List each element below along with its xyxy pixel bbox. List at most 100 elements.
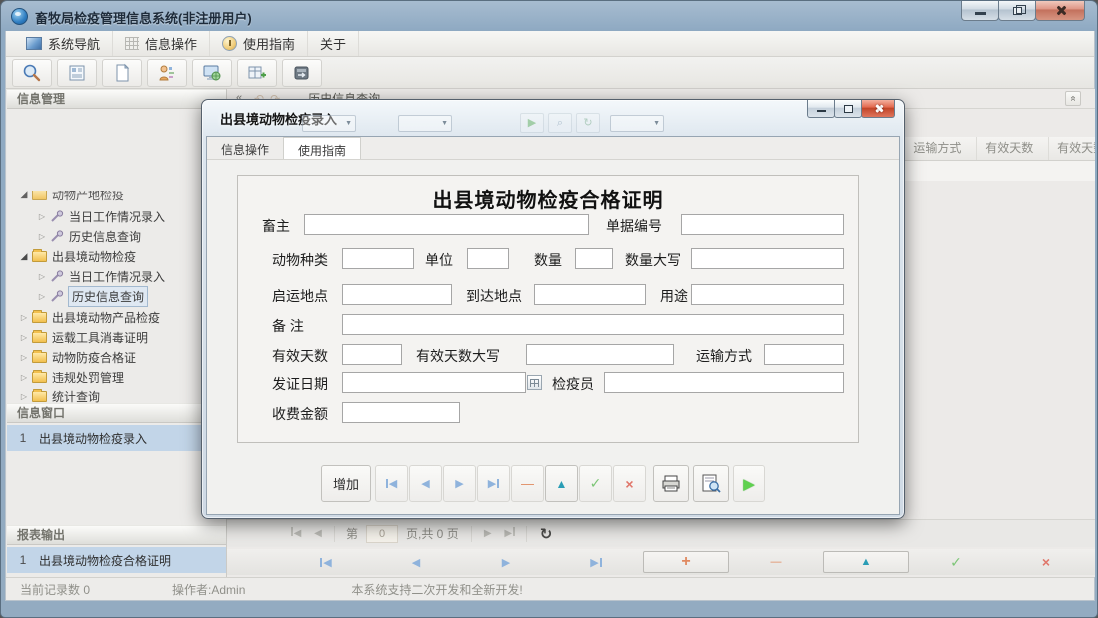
new-document-button[interactable] [102, 58, 142, 87]
tab-info-ops[interactable]: 信息操作 [207, 137, 283, 159]
origin-input[interactable] [342, 284, 452, 305]
expander-open-icon[interactable]: ◢ [19, 251, 29, 262]
tab-user-guide[interactable]: 使用指南 [283, 137, 362, 159]
tree-item-animal-origin[interactable]: ◢ 动物产地检疫 [7, 191, 226, 204]
calendar-icon[interactable] [527, 375, 542, 390]
issue-date-input[interactable] [342, 372, 526, 393]
tree-item-violation-mgmt[interactable]: ▷ 违规处罚管理 [7, 368, 226, 387]
collapse-panel-button[interactable]: « [1065, 91, 1081, 106]
page-number-input[interactable] [366, 524, 399, 543]
run-button[interactable]: ▶ [733, 465, 765, 502]
page-next-button[interactable]: ▶ [477, 524, 499, 544]
info-window-row[interactable]: 1 出县境动物检疫录入 [7, 425, 226, 451]
expander-icon[interactable]: ▷ [19, 373, 29, 382]
dialog-titlebar[interactable]: 出县境动物检疫录入 ▼ ▼ ▼ ▶ ⌕ ↻ [202, 100, 904, 136]
record-cancel-button[interactable]: × [613, 465, 646, 502]
menu-user-guide[interactable]: 使用指南 [210, 31, 309, 56]
expander-icon[interactable]: ▷ [19, 333, 29, 342]
page-first-button[interactable]: ◀ [285, 524, 307, 544]
user-report-button[interactable] [147, 58, 187, 87]
grid-header-valid-days[interactable]: 有效天数 [977, 137, 1050, 160]
usage-input[interactable] [691, 284, 844, 305]
nav-last-button[interactable]: ▶ [553, 551, 639, 573]
expander-icon[interactable]: ▷ [19, 353, 29, 362]
data-table-button[interactable] [237, 58, 277, 87]
tree-item-label: 运载工具消毒证明 [52, 331, 149, 345]
delete-record-button[interactable]: — [733, 551, 819, 573]
nav-prev-button[interactable]: ◀ [373, 551, 459, 573]
cancel-button[interactable]: × [1003, 551, 1089, 573]
quantity-caps-input[interactable] [691, 248, 844, 269]
minimize-button[interactable] [961, 1, 999, 21]
print-button[interactable] [653, 465, 689, 502]
remark-input[interactable] [342, 314, 844, 335]
destination-input[interactable] [534, 284, 646, 305]
unit-label: 单位 [425, 252, 453, 268]
expander-icon[interactable]: ▷ [19, 313, 29, 322]
page-prev-button[interactable]: ◀ [307, 524, 329, 544]
record-confirm-button[interactable]: ✓ [579, 465, 612, 502]
confirm-button[interactable]: ✓ [913, 551, 999, 573]
record-edit-button[interactable]: ▲ [545, 465, 578, 502]
tree-item-daily-entry-2[interactable]: ▷ 当日工作情况录入 [7, 267, 226, 286]
valid-days-caps-input[interactable] [526, 344, 674, 365]
close-button[interactable] [1035, 1, 1085, 21]
dialog-close-button[interactable] [861, 100, 895, 118]
dialog-minimize-button[interactable] [807, 100, 835, 118]
dialog-maximize-button[interactable] [834, 100, 862, 118]
inspector-input[interactable] [604, 372, 844, 393]
grid-header-transport[interactable]: 运输方式 [905, 137, 978, 160]
exit-button[interactable] [282, 58, 322, 87]
add-record-button[interactable]: + [643, 551, 729, 573]
minimize-icon [974, 12, 986, 15]
grid-header-valid-days-caps[interactable]: 有效天数大写 [1049, 137, 1095, 160]
quantity-input[interactable] [575, 248, 613, 269]
unit-input[interactable] [467, 248, 509, 269]
tree-item-daily-entry[interactable]: ▷ 当日工作情况录入 [7, 207, 226, 226]
window-view-button[interactable] [192, 58, 232, 87]
print-preview-button[interactable] [693, 465, 729, 502]
tree-item-history-query-selected[interactable]: ▷ 历史信息查询 [7, 286, 226, 307]
row-index: 1 [19, 553, 27, 567]
animal-type-input[interactable] [342, 248, 414, 269]
search-button[interactable] [12, 58, 52, 87]
menu-about[interactable]: 关于 [308, 31, 360, 56]
menu-system-nav[interactable]: 系统导航 [14, 31, 114, 56]
report-output-row[interactable]: 1 出县境动物检疫合格证明 [7, 547, 226, 573]
owner-input[interactable] [304, 214, 589, 235]
tree-item-out-county-animal[interactable]: ◢ 出县境动物检疫 [7, 247, 226, 266]
tree-item-vehicle-disinfect[interactable]: ▷ 运载工具消毒证明 [7, 328, 226, 347]
doc-no-input[interactable] [681, 214, 844, 235]
valid-days-caps-label: 有效天数大写 [416, 348, 500, 364]
record-last-button[interactable]: ▶ [477, 465, 510, 502]
record-delete-button[interactable]: — [511, 465, 544, 502]
page-last-button[interactable]: ▶ [499, 524, 521, 544]
inspector-label: 检疫员 [552, 376, 594, 392]
record-prev-button[interactable]: ◀ [409, 465, 442, 502]
expander-open-icon[interactable]: ◢ [19, 191, 29, 200]
record-first-button[interactable]: ◀ [375, 465, 408, 502]
report-list-button[interactable] [57, 58, 97, 87]
expander-icon[interactable]: ▷ [37, 292, 47, 301]
tool-icon [50, 270, 64, 283]
valid-days-input[interactable] [342, 344, 402, 365]
tree-item-history-query[interactable]: ▷ 历史信息查询 [7, 227, 226, 246]
expander-icon[interactable]: ▷ [19, 392, 29, 401]
edit-record-button[interactable]: ▲ [823, 551, 909, 573]
transport-input[interactable] [764, 344, 844, 365]
nav-next-button[interactable]: ▶ [463, 551, 549, 573]
restore-button[interactable] [998, 1, 1036, 21]
tree-item-product-quarantine[interactable]: ▷ 出县境动物产品检疫 [7, 308, 226, 327]
background-combo: ▼ [302, 115, 356, 132]
row-label: 出县境动物检疫录入 [39, 431, 148, 446]
expander-icon[interactable]: ▷ [37, 212, 47, 221]
add-button[interactable]: 增加 [321, 465, 371, 502]
nav-first-button[interactable]: ◀ [283, 551, 369, 573]
refresh-icon[interactable]: ↻ [540, 525, 553, 543]
tree-item-epidemic-cert[interactable]: ▷ 动物防疫合格证 [7, 348, 226, 367]
expander-icon[interactable]: ▷ [37, 272, 47, 281]
menu-info-ops[interactable]: 信息操作 [113, 31, 211, 56]
expander-icon[interactable]: ▷ [37, 232, 47, 241]
record-next-button[interactable]: ▶ [443, 465, 476, 502]
fee-input[interactable] [342, 402, 460, 423]
